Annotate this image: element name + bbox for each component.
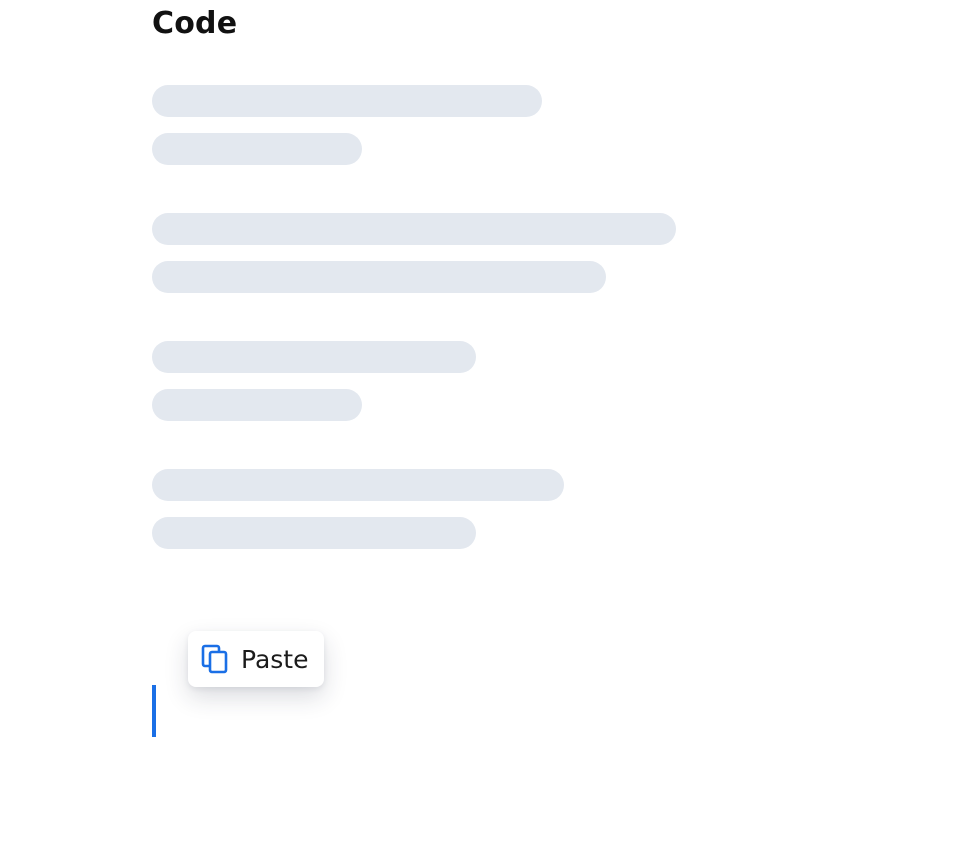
paste-button[interactable]: Paste [188, 631, 324, 687]
page-title: Code [152, 6, 238, 41]
skeleton-line [152, 389, 362, 421]
skeleton-line [152, 133, 362, 165]
copy-icon [201, 644, 229, 674]
paste-label: Paste [241, 644, 309, 674]
skeleton-line [152, 85, 542, 117]
skeleton-line [152, 261, 606, 293]
skeleton-line [152, 469, 564, 501]
skeleton-line [152, 213, 676, 245]
skeleton-line [152, 517, 476, 549]
skeleton-line [152, 341, 476, 373]
text-cursor [152, 685, 156, 737]
